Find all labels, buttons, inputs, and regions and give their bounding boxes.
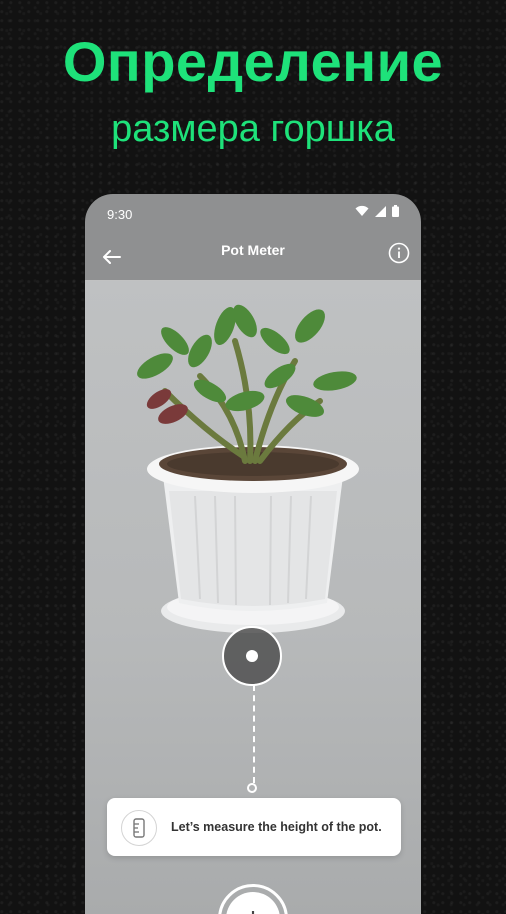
status-bar: 9:30 — [85, 194, 421, 234]
wifi-icon — [355, 205, 369, 216]
page-title: Pot Meter — [221, 242, 285, 258]
app-bar: Pot Meter — [85, 234, 421, 280]
hint-icon-container — [121, 810, 157, 846]
promo-subtitle: размера горшка — [111, 108, 395, 150]
phone-screen: 9:30 Pot Meter Let’s measure the height … — [85, 194, 421, 914]
signal-icon — [375, 205, 386, 217]
bottom-measure-marker[interactable] — [247, 783, 257, 793]
info-button[interactable] — [387, 241, 411, 265]
plus-icon: + — [226, 892, 280, 914]
measure-line — [253, 685, 255, 783]
top-measure-marker[interactable] — [222, 626, 282, 686]
status-icons — [355, 205, 399, 217]
promo-title: Определение — [62, 30, 444, 93]
hint-text: Let’s measure the height of the pot. — [171, 820, 382, 834]
hint-card: Let’s measure the height of the pot. — [107, 798, 401, 856]
status-time: 9:30 — [107, 207, 133, 222]
camera-view: Let’s measure the height of the pot. + — [85, 281, 421, 914]
battery-icon — [392, 205, 399, 217]
marker-dot — [246, 650, 258, 662]
ruler-icon — [133, 818, 145, 838]
info-icon — [388, 242, 410, 264]
